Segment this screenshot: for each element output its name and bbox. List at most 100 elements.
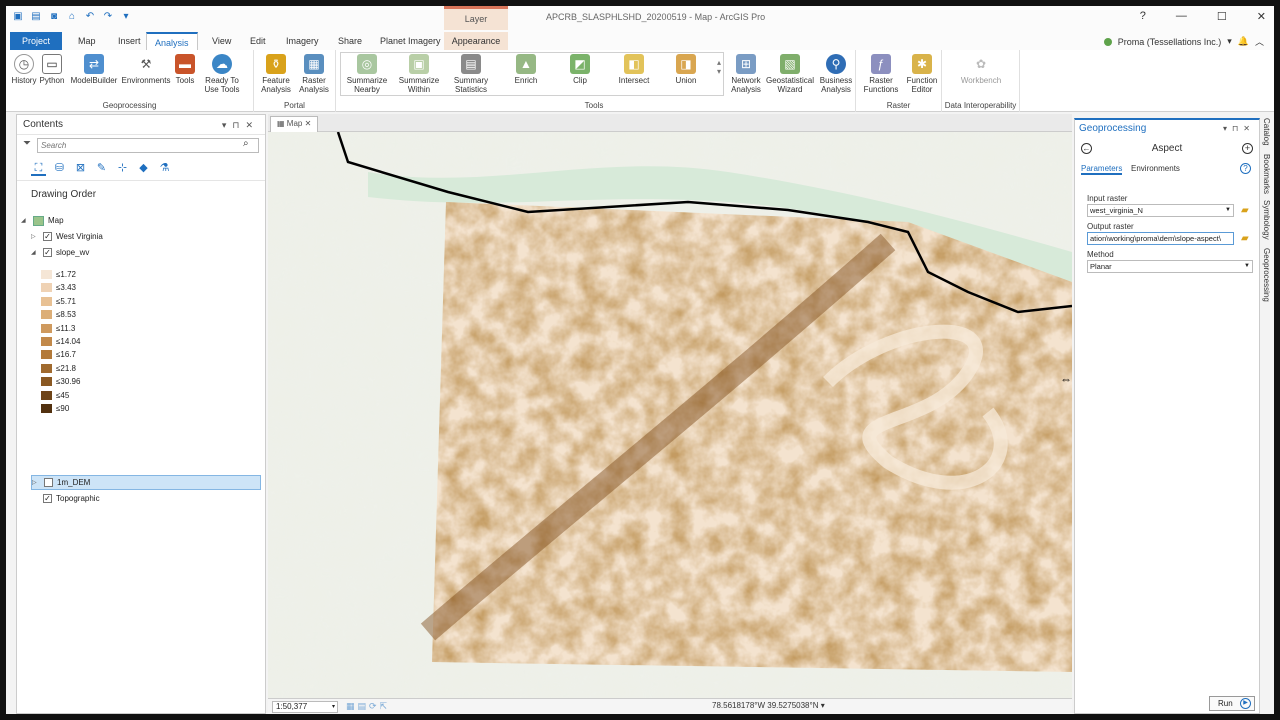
summary-statistics-button[interactable]: ▤ Summary Statistics bbox=[448, 54, 494, 94]
user-account[interactable]: Proma (Tessellations Inc.) ▾ 🔔 ︿ bbox=[1103, 35, 1264, 48]
map-canvas[interactable]: ⇔ bbox=[268, 132, 1072, 698]
home-icon[interactable]: ⌂ bbox=[66, 11, 78, 23]
legend-label: ≤45 bbox=[56, 390, 70, 400]
tab-view[interactable]: View bbox=[204, 32, 239, 50]
environments-icon: ⚒ bbox=[140, 56, 152, 71]
expand-triangle-icon[interactable]: ◢ bbox=[31, 249, 39, 256]
contents-view-toolbar: ⛶ ⛁ ⊠ ✎ ⊹ ◆ ⚗ bbox=[17, 157, 265, 181]
list-by-editing-icon[interactable]: ✎ bbox=[94, 161, 109, 176]
search-icon[interactable]: ⌕ bbox=[243, 138, 249, 149]
layer-visibility-checkbox[interactable]: ✓ bbox=[43, 248, 52, 257]
input-raster-field[interactable]: west_virginia_N ▼ bbox=[1087, 204, 1234, 217]
summarize-within-button[interactable]: ▣ Summarize Within bbox=[396, 54, 442, 94]
maximize-button[interactable]: ☐ bbox=[1217, 10, 1227, 23]
legend-label: ≤5.71 bbox=[56, 296, 76, 306]
list-by-labeling-icon[interactable]: ◆ bbox=[136, 161, 151, 176]
list-by-data-source-icon[interactable]: ⛁ bbox=[52, 161, 67, 176]
sidetab-bookmarks[interactable]: Bookmarks bbox=[1262, 154, 1271, 194]
tab-planet-imagery[interactable]: Planet Imagery bbox=[372, 32, 449, 50]
run-button[interactable]: Run ▶ bbox=[1209, 696, 1255, 711]
function-editor-button[interactable]: ✱ Function Editor bbox=[902, 54, 942, 94]
raster-analysis-button[interactable]: ▦ Raster Analysis bbox=[296, 54, 332, 94]
new-project-icon[interactable]: ▣ bbox=[12, 11, 24, 23]
browse-folder-icon[interactable]: ▰ bbox=[1241, 206, 1253, 216]
union-button[interactable]: ◨ Union bbox=[668, 54, 704, 85]
map-scale-selector[interactable]: 1:50,377 ▾ bbox=[272, 701, 338, 713]
close-tab-icon[interactable]: ✕ bbox=[302, 119, 312, 128]
map-node[interactable]: ◢ Map bbox=[21, 213, 64, 228]
map-view-tab[interactable]: ▦ Map ✕ bbox=[270, 116, 319, 132]
gallery-scroll-icon[interactable]: ▴ ▾ bbox=[714, 58, 724, 76]
sidetab-catalog[interactable]: Catalog bbox=[1262, 118, 1271, 146]
layer-west-virginia[interactable]: ▷ ✓ West Virginia bbox=[31, 229, 103, 244]
output-raster-field[interactable]: ation\working\proma\dem\slope-aspect\ bbox=[1087, 232, 1234, 245]
history-button[interactable]: ◷ History bbox=[10, 54, 38, 85]
tab-project[interactable]: Project bbox=[10, 32, 62, 50]
tab-appearance[interactable]: Appearance bbox=[444, 32, 508, 50]
layer-visibility-checkbox[interactable] bbox=[44, 478, 53, 487]
map-nav-icons[interactable]: ▦▤⟳⇱ bbox=[346, 701, 390, 712]
clip-button[interactable]: ◩ Clip bbox=[562, 54, 598, 85]
legend-label: ≤16.7 bbox=[56, 350, 76, 360]
redo-icon[interactable]: ↷ bbox=[102, 11, 114, 23]
environments-button[interactable]: ⚒ Environments bbox=[120, 54, 172, 86]
list-by-drawing-order-icon[interactable]: ⛶ bbox=[31, 161, 46, 176]
python-button[interactable]: ▭ Python bbox=[38, 54, 66, 85]
tab-map[interactable]: Map bbox=[70, 32, 104, 50]
tools-button[interactable]: ▬ Tools bbox=[172, 54, 198, 85]
help-icon[interactable]: ? bbox=[1240, 163, 1251, 174]
collapsed-triangle-icon[interactable]: ▷ bbox=[31, 233, 39, 240]
layer-slope-wv[interactable]: ◢ ✓ slope_wv bbox=[31, 245, 89, 260]
contents-search-input[interactable] bbox=[37, 138, 259, 153]
modelbuilder-button[interactable]: ⇄ ModelBuilder bbox=[68, 54, 120, 85]
legend-label: ≤11.3 bbox=[56, 323, 76, 333]
sidetab-symbology[interactable]: Symbology bbox=[1262, 200, 1271, 240]
browse-folder-icon[interactable]: ▰ bbox=[1241, 234, 1253, 244]
tab-environments[interactable]: Environments bbox=[1131, 164, 1180, 173]
layer-topographic[interactable]: ✓ Topographic bbox=[31, 491, 100, 506]
help-button[interactable]: ? bbox=[1140, 10, 1146, 23]
feature-analysis-button[interactable]: ⚱ Feature Analysis bbox=[258, 54, 294, 94]
customize-qat-icon[interactable]: ▾ bbox=[120, 11, 132, 23]
tab-analysis[interactable]: Analysis bbox=[146, 32, 198, 50]
open-project-icon[interactable]: ▤ bbox=[30, 11, 42, 23]
add-icon[interactable]: + bbox=[1242, 143, 1253, 154]
list-by-selection-icon[interactable]: ⊠ bbox=[73, 161, 88, 176]
pane-controls[interactable]: ▾⊓✕ bbox=[222, 115, 259, 135]
tab-imagery[interactable]: Imagery bbox=[278, 32, 327, 50]
tab-insert[interactable]: Insert bbox=[110, 32, 149, 50]
workbench-button[interactable]: ✿ Workbench bbox=[956, 54, 1006, 86]
ready-to-use-tools-button[interactable]: ☁ Ready To Use Tools bbox=[198, 54, 246, 94]
geostatistical-wizard-button[interactable]: ▧ Geostatistical Wizard bbox=[766, 54, 814, 94]
cloud-toolbox-icon: ☁ bbox=[212, 54, 232, 74]
undo-icon[interactable]: ↶ bbox=[84, 11, 96, 23]
minimize-button[interactable]: — bbox=[1176, 10, 1187, 23]
collapsed-triangle-icon[interactable]: ▷ bbox=[32, 479, 40, 486]
network-analysis-button[interactable]: ⊞ Network Analysis bbox=[726, 54, 766, 94]
sidetab-geoprocessing[interactable]: Geoprocessing bbox=[1262, 248, 1271, 302]
notification-icon[interactable]: 🔔 bbox=[1238, 36, 1249, 47]
raster-functions-button[interactable]: ƒ Raster Functions bbox=[860, 54, 902, 94]
layer-1m-dem[interactable]: ▷ 1m_DEM bbox=[31, 475, 261, 490]
layer-context-header: Layer bbox=[444, 6, 508, 30]
method-select[interactable]: Planar ▼ bbox=[1087, 260, 1253, 273]
list-by-snapping-icon[interactable]: ⊹ bbox=[115, 161, 130, 176]
tab-share[interactable]: Share bbox=[330, 32, 370, 50]
expand-triangle-icon[interactable]: ◢ bbox=[21, 217, 29, 224]
union-icon: ◨ bbox=[676, 54, 696, 74]
pane-controls[interactable]: ▾⊓✕ bbox=[1223, 120, 1255, 138]
list-by-perspective-icon[interactable]: ⚗ bbox=[157, 161, 172, 176]
enrich-button[interactable]: ▲ Enrich bbox=[506, 54, 546, 85]
back-arrow-icon[interactable]: ← bbox=[1081, 143, 1092, 154]
save-icon[interactable]: ◙ bbox=[48, 11, 60, 23]
business-analysis-button[interactable]: ⚲ Business Analysis bbox=[816, 54, 856, 94]
intersect-button[interactable]: ◧ Intersect bbox=[612, 54, 656, 85]
close-button[interactable]: ✕ bbox=[1257, 10, 1266, 23]
collapse-ribbon-icon[interactable]: ︿ bbox=[1255, 35, 1264, 48]
layer-visibility-checkbox[interactable]: ✓ bbox=[43, 494, 52, 503]
layer-visibility-checkbox[interactable]: ✓ bbox=[43, 232, 52, 241]
filter-icon[interactable]: ⏷ bbox=[23, 138, 31, 149]
tab-edit[interactable]: Edit bbox=[242, 32, 274, 50]
summarize-nearby-button[interactable]: ◎ Summarize Nearby bbox=[344, 54, 390, 94]
tab-parameters[interactable]: Parameters bbox=[1081, 164, 1123, 175]
